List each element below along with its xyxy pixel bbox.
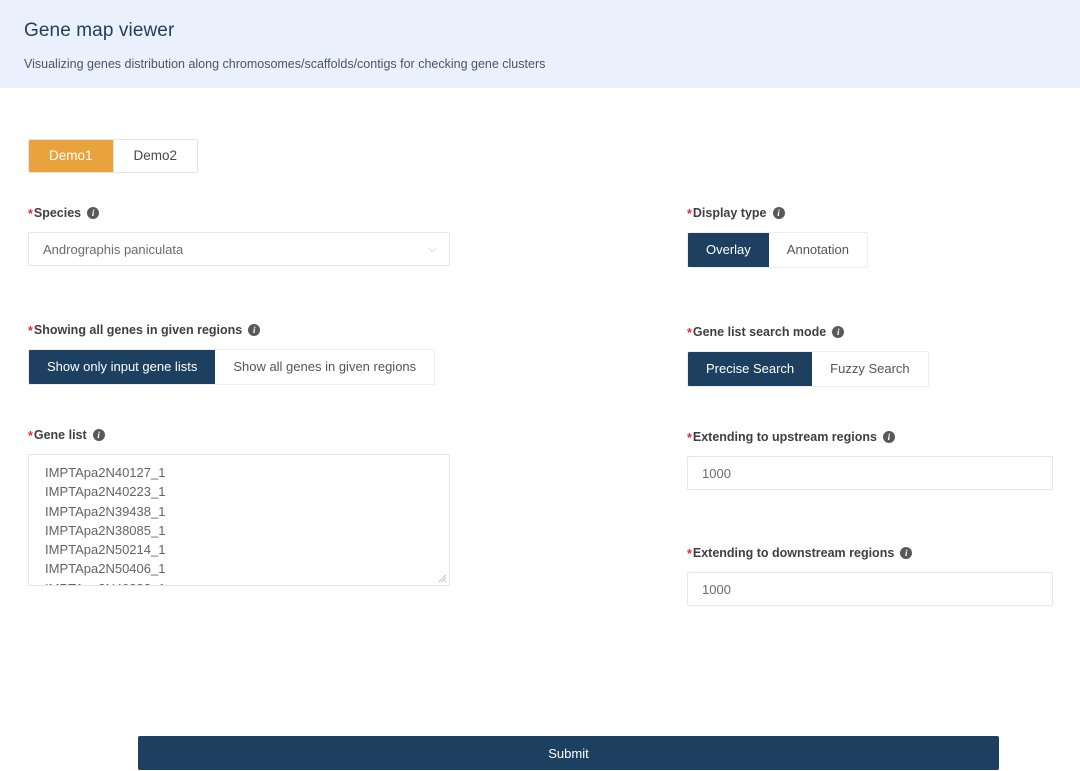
search-mode-toggle-group: Precise Search Fuzzy Search [687,351,929,387]
tab-demo1[interactable]: Demo1 [29,140,114,172]
field-gene-list: * Gene list i IMPTApa2N40127_1 IMPTApa2N4… [28,427,450,586]
submit-row: Submit [138,736,999,770]
info-icon[interactable]: i [832,326,845,338]
label-gene-list-search-mode-text: Gene list search mode [692,325,827,339]
label-species: * Species i [28,205,450,221]
toggle-precise-search[interactable]: Precise Search [688,352,813,386]
info-icon[interactable]: i [900,547,913,559]
main-content: Demo1 Demo2 * Species i Andrographis pani… [0,88,1080,770]
info-icon[interactable]: i [772,207,785,219]
required-marker: * [28,428,33,443]
label-showing-all-genes-text: Showing all genes in given regions [33,323,243,337]
label-gene-list-text: Gene list [33,428,87,442]
page-title: Gene map viewer [24,20,175,41]
field-display-type: * Display type i Overlay Annotation [687,205,1053,268]
submit-button[interactable]: Submit [138,736,999,770]
label-gene-list-search-mode: * Gene list search mode i [687,324,1053,340]
required-marker: * [28,206,33,221]
display-type-toggle-group: Overlay Annotation [687,232,868,268]
info-icon[interactable]: i [882,431,895,443]
gene-list-textarea[interactable]: IMPTApa2N40127_1 IMPTApa2N40223_1 IMPTAp… [28,454,450,586]
downstream-regions-input[interactable]: 1000 [687,572,1053,606]
required-marker: * [28,323,33,338]
label-species-text: Species [33,206,82,220]
label-downstream-regions: * Extending to downstream regions i [687,545,1053,561]
required-marker: * [687,546,692,561]
page-subtitle: Visualizing genes distribution along chr… [24,57,546,71]
field-showing-all-genes: * Showing all genes in given regions i Sh… [28,322,450,385]
field-upstream-regions: * Extending to upstream regions i 1000 [687,429,1053,490]
toggle-show-only-input-gene-lists[interactable]: Show only input gene lists [29,350,216,384]
resize-handle-icon[interactable] [435,571,447,583]
showing-all-genes-toggle-group: Show only input gene lists Show all gene… [28,349,436,385]
gene-list-textarea-value: IMPTApa2N40127_1 IMPTApa2N40223_1 IMPTAp… [45,465,166,585]
required-marker: * [687,206,692,221]
page-header: Gene map viewer Visualizing genes distri… [0,0,1080,88]
required-marker: * [687,325,692,340]
field-species: * Species i Andrographis paniculata [28,205,450,266]
toggle-overlay[interactable]: Overlay [688,233,769,267]
form-column-right: * Display type i Overlay Annotation * Gene… [687,205,1053,606]
label-upstream-regions: * Extending to upstream regions i [687,429,1053,445]
species-select-value: Andrographis paniculata [43,241,184,257]
toggle-annotation[interactable]: Annotation [768,233,867,267]
label-display-type: * Display type i [687,205,1053,221]
tab-demo2[interactable]: Demo2 [113,140,198,172]
toggle-fuzzy-search[interactable]: Fuzzy Search [812,352,928,386]
required-marker: * [687,430,692,445]
upstream-regions-input[interactable]: 1000 [687,456,1053,490]
demo-tab-group: Demo1 Demo2 [28,139,199,173]
form-column-left: * Species i Andrographis paniculata * Show… [28,205,450,586]
field-downstream-regions: * Extending to downstream regions i 1000 [687,545,1053,606]
label-showing-all-genes: * Showing all genes in given regions i [28,322,450,338]
label-display-type-text: Display type [692,206,767,220]
label-downstream-regions-text: Extending to downstream regions [692,546,895,560]
label-gene-list: * Gene list i [28,427,450,443]
info-icon[interactable]: i [92,429,105,441]
field-gene-list-search-mode: * Gene list search mode i Precise Search … [687,324,1053,387]
info-icon[interactable]: i [87,207,100,219]
chevron-down-icon [427,244,438,255]
info-icon[interactable]: i [248,324,261,336]
species-select[interactable]: Andrographis paniculata [28,232,450,266]
toggle-show-all-genes-in-given-regions[interactable]: Show all genes in given regions [215,350,435,384]
label-upstream-regions-text: Extending to upstream regions [692,430,877,444]
